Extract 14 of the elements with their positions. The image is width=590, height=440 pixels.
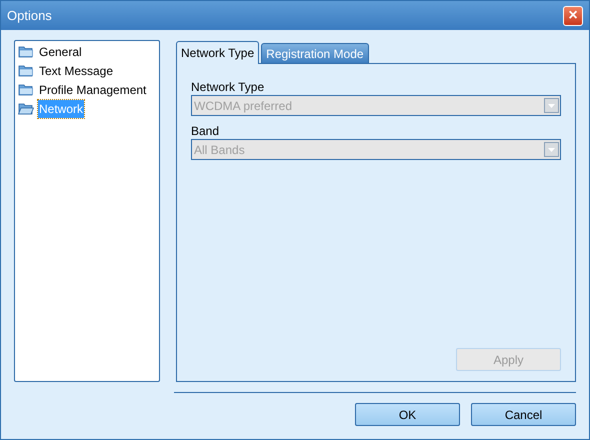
dialog-button[interactable]: Cancel <box>471 403 576 426</box>
field-label: Band <box>191 123 220 139</box>
field-label: Network Type <box>191 79 266 95</box>
folder-icon <box>18 45 34 58</box>
folder-icon <box>18 64 34 77</box>
dialog-button[interactable]: OK <box>355 403 460 426</box>
close-button[interactable]: × <box>563 6 583 26</box>
open-folder-icon <box>18 102 34 115</box>
tree-item[interactable]: General <box>38 42 83 60</box>
folder-icon <box>18 83 34 96</box>
tree-item[interactable]: Profile Management <box>38 80 148 98</box>
window-title: Options <box>7 6 52 25</box>
tab[interactable]: Network Type <box>176 41 260 64</box>
tree-item[interactable]: Text Message <box>38 62 114 80</box>
